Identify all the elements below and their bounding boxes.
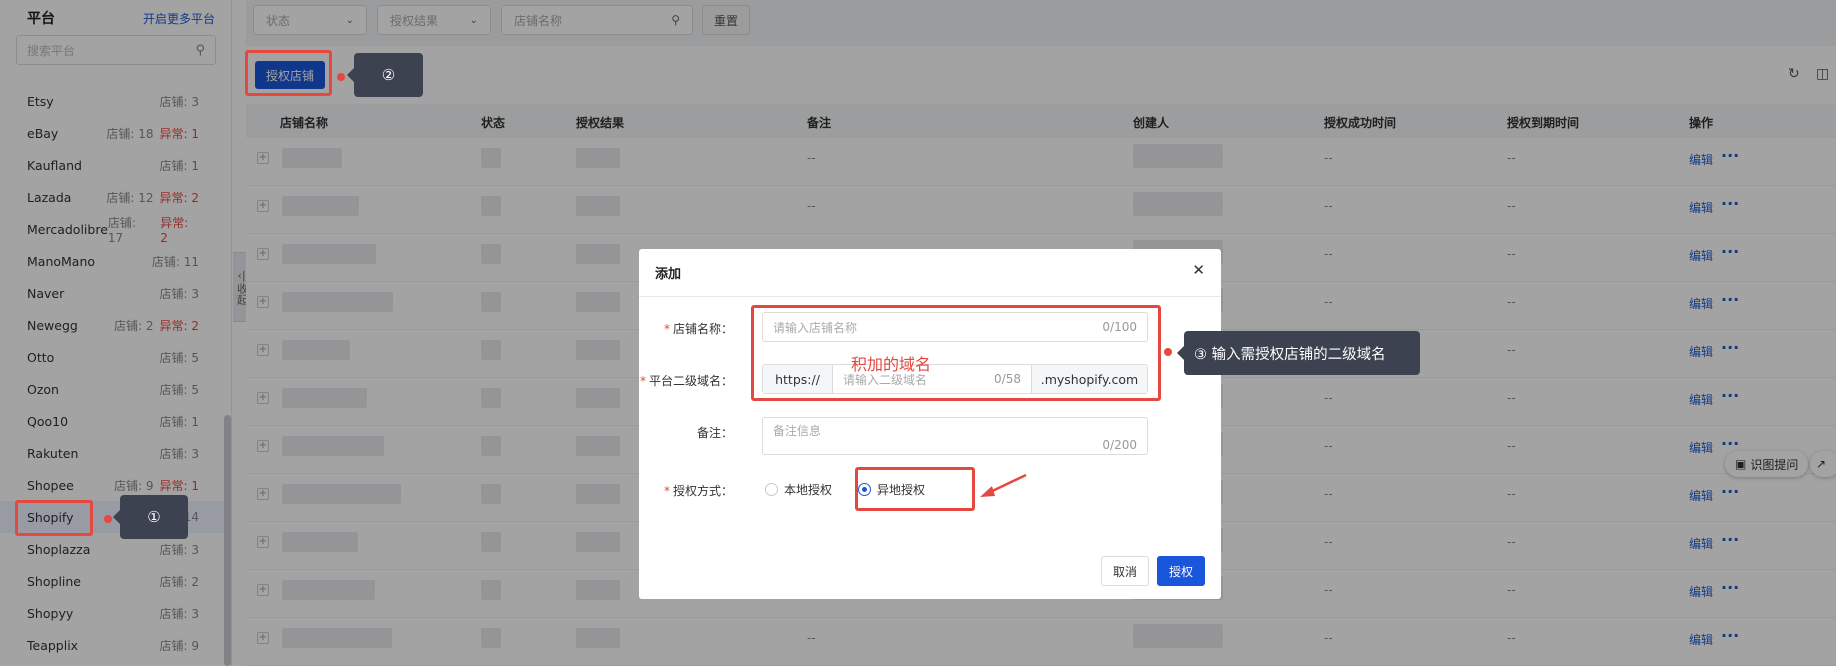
- highlight-shopify-item: [15, 500, 93, 536]
- domain-label-text: 平台二级域名：: [648, 374, 733, 388]
- step3-tooltip: ③ 输入需授权店铺的二级域名: [1177, 331, 1420, 375]
- add-store-dialog: 添加 ✕ * 店铺名称： 请输入店铺名称 0/100 * 平台二级域名： https…: [639, 249, 1221, 599]
- close-icon[interactable]: ✕: [1192, 261, 1205, 279]
- cancel-button[interactable]: 取消: [1101, 556, 1149, 586]
- auth-method-label: * 授权方式：: [663, 484, 733, 498]
- remark-placeholder: 备注信息: [773, 424, 822, 438]
- step2-tooltip: ②: [347, 53, 423, 97]
- remark-textarea[interactable]: 备注信息 0/200: [762, 417, 1148, 455]
- highlight-name-domain-fields: [751, 305, 1161, 401]
- radio-circle: [765, 483, 778, 496]
- auth-method-label-text: 授权方式：: [672, 484, 733, 498]
- annotation-arrow-icon: [980, 473, 1027, 497]
- highlight-remote-auth: [855, 467, 975, 511]
- store-name-label-text: 店铺名称：: [672, 322, 733, 336]
- authorize-submit-button[interactable]: 授权: [1157, 556, 1205, 586]
- radio-local-auth[interactable]: 本地授权: [765, 481, 832, 498]
- domain-label: * 平台二级域名：: [639, 374, 733, 388]
- highlight-authorize-button: [245, 50, 332, 96]
- annotation-dot: [337, 73, 345, 81]
- dialog-title: 添加: [655, 267, 682, 282]
- annotation-dot: [104, 515, 112, 523]
- store-name-label: * 店铺名称：: [663, 322, 733, 336]
- domain-note: 积加的域名: [851, 355, 932, 374]
- step1-tooltip: ①: [113, 495, 188, 539]
- radio-local-label: 本地授权: [784, 483, 833, 497]
- remark-label: 备注：: [696, 426, 733, 440]
- remark-counter: 0/200: [1102, 438, 1137, 452]
- dialog-divider: [639, 296, 1221, 297]
- annotation-dot: [1164, 348, 1172, 356]
